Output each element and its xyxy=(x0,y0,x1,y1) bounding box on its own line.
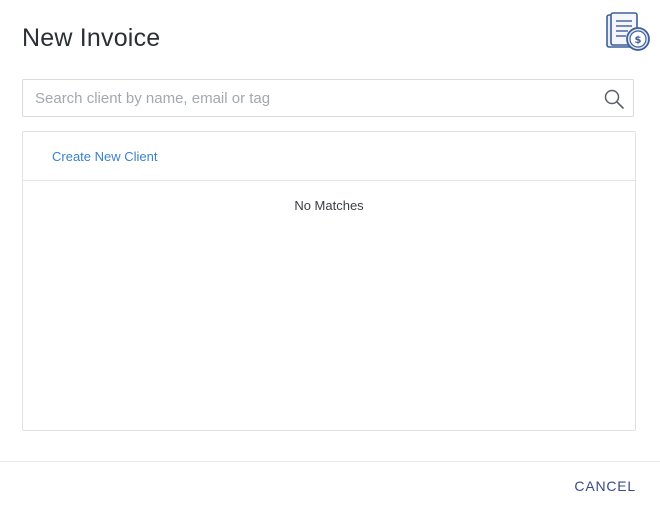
new-invoice-dialog: New Invoice $ Create New Client No Match… xyxy=(0,0,660,505)
client-search-input[interactable] xyxy=(35,80,595,116)
client-results-panel: Create New Client No Matches xyxy=(22,131,636,431)
search-icon[interactable] xyxy=(603,88,625,110)
create-client-row: Create New Client xyxy=(23,132,635,181)
client-search-box[interactable] xyxy=(22,79,634,117)
dialog-title: New Invoice xyxy=(22,24,161,52)
cancel-button[interactable]: CANCEL xyxy=(574,478,636,494)
create-new-client-link[interactable]: Create New Client xyxy=(52,149,158,164)
no-matches-message: No Matches xyxy=(294,198,364,213)
footer-divider xyxy=(0,461,660,462)
invoice-dollar-icon: $ xyxy=(606,12,650,51)
svg-text:$: $ xyxy=(635,35,642,46)
